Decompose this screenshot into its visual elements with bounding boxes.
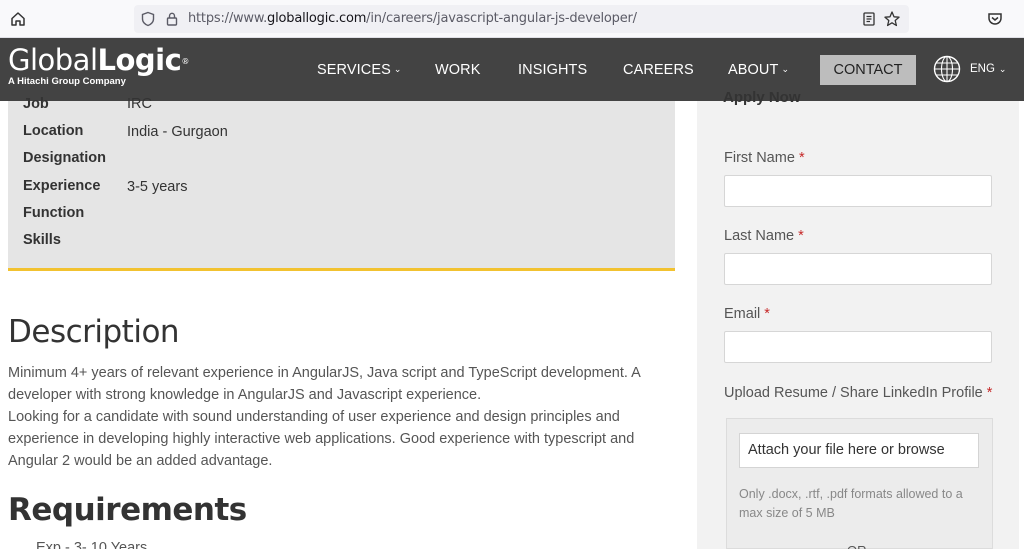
nav-careers[interactable]: CAREERS (623, 62, 694, 78)
chevron-down-icon: ⌄ (393, 64, 402, 74)
job-details-panel: Job IRC Location India - Gurgaon Designa… (8, 96, 675, 271)
nav-insights[interactable]: INSIGHTS (518, 62, 587, 78)
requirement-item: Exp - 3- 10 Years (36, 540, 148, 549)
description-paragraph: Looking for a candidate with sound under… (8, 409, 635, 469)
required-marker: * (764, 306, 770, 322)
globallogic-logo[interactable]: GlobalLogic® A Hitachi Group Company (8, 44, 189, 87)
bookmark-star-icon[interactable] (883, 10, 901, 28)
logo-registered-mark: ® (181, 57, 189, 66)
designation-label: Designation (23, 150, 106, 166)
chevron-down-icon: ⌄ (781, 64, 790, 74)
first-name-label-text: First Name (724, 150, 795, 166)
globe-icon[interactable] (933, 55, 961, 83)
url-path: /in/careers/javascript-angular-js-develo… (366, 11, 637, 26)
url-text[interactable]: https://www.globallogic.com/in/careers/j… (188, 11, 637, 26)
job-label: Job (23, 96, 49, 112)
last-name-input[interactable] (724, 253, 992, 285)
skills-label: Skills (23, 232, 61, 248)
or-divider-text: OR (847, 543, 867, 549)
email-label-text: Email (724, 306, 761, 322)
location-value: India - Gurgaon (127, 124, 228, 140)
nav-services-label: SERVICES (317, 62, 391, 78)
url-prefix: https://www. (188, 11, 268, 26)
logo-part-logic: Logic (97, 43, 182, 77)
required-marker: * (798, 150, 805, 166)
logo-wordmark: GlobalLogic® (8, 44, 189, 76)
required-marker: * (798, 228, 804, 244)
upload-format-note: Only .docx, .rtf, .pdf formats allowed t… (739, 487, 963, 520)
address-bar[interactable]: https://www.globallogic.com/in/careers/j… (134, 5, 909, 33)
pocket-save-icon[interactable] (985, 9, 1005, 29)
nav-insights-label: INSIGHTS (518, 62, 588, 78)
description-heading: Description (8, 314, 180, 350)
last-name-label: Last Name * (724, 228, 804, 244)
url-host: globallogic.com (267, 11, 367, 26)
resume-upload-area[interactable]: Attach your file here or browse Only .do… (726, 418, 993, 549)
nav-work-label: WORK (435, 62, 481, 78)
location-label: Location (23, 123, 84, 139)
email-input[interactable] (724, 331, 992, 363)
nav-careers-label: CAREERS (623, 62, 694, 78)
home-icon[interactable] (8, 9, 28, 29)
first-name-label: First Name * (724, 150, 805, 166)
first-name-input[interactable] (724, 175, 992, 207)
chevron-down-icon: ⌄ (998, 64, 1007, 74)
contact-button[interactable]: CONTACT (820, 55, 916, 85)
language-label: ENG (970, 63, 995, 75)
upload-resume-label: Upload Resume / Share LinkedIn Profile * (724, 385, 992, 401)
apply-heading: Apply Now (723, 89, 801, 106)
nav-work[interactable]: WORK (435, 62, 481, 78)
attach-file-input[interactable]: Attach your file here or browse (739, 433, 979, 468)
requirements-heading: Requirements (8, 492, 247, 528)
experience-value: 3-5 years (127, 179, 188, 195)
nav-services[interactable]: SERVICES ⌄ (317, 62, 402, 78)
required-marker: * (986, 385, 993, 401)
job-value: IRC (127, 96, 152, 112)
description-paragraph: Minimum 4+ years of relevant experience … (8, 365, 641, 403)
last-name-label-text: Last Name (724, 228, 795, 244)
lock-icon[interactable] (164, 11, 180, 27)
experience-label: Experience (23, 178, 101, 194)
upload-resume-label-text: Upload Resume / Share LinkedIn Profile (724, 385, 983, 401)
browser-toolbar: https://www.globallogic.com/in/careers/j… (0, 0, 1024, 38)
function-label: Function (23, 205, 85, 221)
email-label: Email * (724, 306, 770, 322)
language-selector[interactable]: ENG ⌄ (970, 63, 1006, 75)
apply-form-panel: Apply Now First Name * Last Name * Email… (697, 89, 1019, 549)
nav-about-label: ABOUT (728, 62, 779, 78)
shield-icon[interactable] (140, 11, 156, 27)
site-header: GlobalLogic® A Hitachi Group Company SER… (0, 38, 1024, 101)
description-body: Minimum 4+ years of relevant experience … (8, 362, 668, 472)
logo-part-global: Global (8, 43, 98, 77)
nav-about[interactable]: ABOUT ⌄ (728, 62, 789, 78)
logo-tagline: A Hitachi Group Company (8, 76, 126, 87)
reader-view-icon[interactable] (861, 11, 877, 27)
